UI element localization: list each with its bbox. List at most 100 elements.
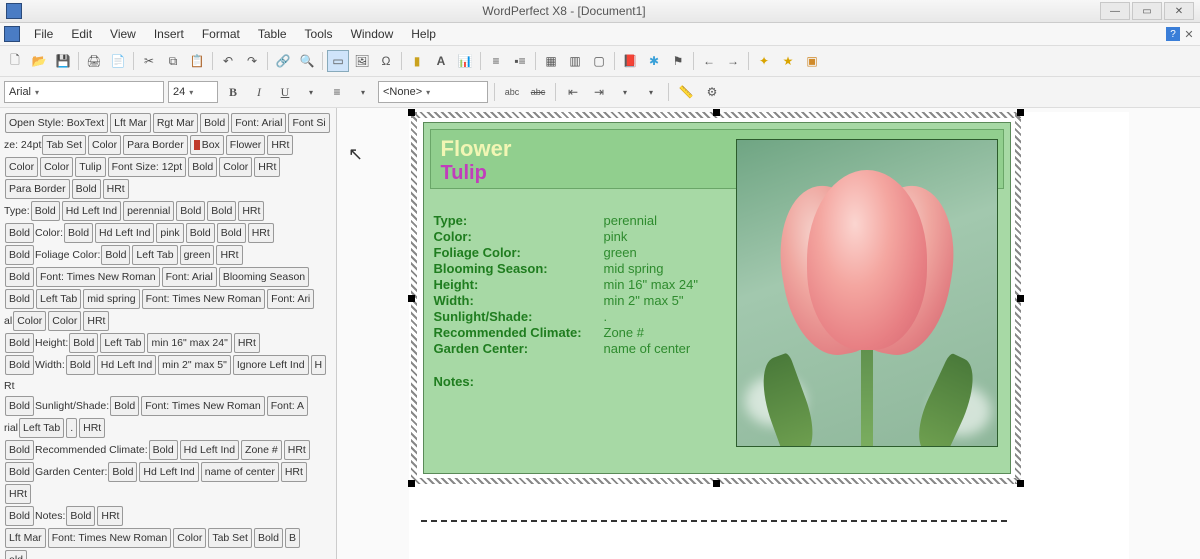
thesaurus-icon[interactable]: abc [527, 81, 549, 103]
code-token[interactable]: Left Tab [132, 245, 177, 265]
code-token[interactable]: Color [48, 311, 81, 331]
code-token[interactable]: Font: Ari [267, 289, 314, 309]
code-token[interactable]: Bold [188, 157, 217, 177]
code-token[interactable]: Lft Mar [5, 528, 46, 548]
cut-icon[interactable]: ✂ [138, 50, 160, 72]
spellcheck-icon[interactable]: abc [501, 81, 523, 103]
code-token[interactable]: Bold [64, 223, 93, 243]
print-icon[interactable]: 🖨 [83, 50, 105, 72]
code-token[interactable]: Color [13, 311, 46, 331]
award-icon[interactable]: ▣ [801, 50, 823, 72]
publish-icon[interactable]: 📄 [107, 50, 129, 72]
code-token[interactable]: Left Tab [100, 333, 145, 353]
star-icon[interactable]: ★ [777, 50, 799, 72]
code-token[interactable]: Left Tab [36, 289, 81, 309]
doc-close-icon[interactable]: ✕ [1182, 27, 1196, 41]
code-token[interactable]: Bold [217, 223, 246, 243]
code-token[interactable]: Color [173, 528, 206, 548]
code-token[interactable]: Ignore Left Ind [233, 355, 309, 375]
menu-insert[interactable]: Insert [146, 25, 192, 43]
symbol-icon[interactable]: Ω [375, 50, 397, 72]
reveal-codes-pane[interactable]: Open Style: BoxTextLft MarRgt MarBoldFon… [0, 108, 337, 559]
code-token[interactable]: Bold [149, 440, 178, 460]
border-icon[interactable]: ▢ [588, 50, 610, 72]
code-token[interactable]: Box [190, 135, 224, 155]
code-token[interactable]: min 16" max 24" [147, 333, 231, 353]
save-icon[interactable]: 💾 [52, 50, 74, 72]
code-token[interactable]: Bold [108, 462, 137, 482]
code-token[interactable]: Para Border [123, 135, 188, 155]
menu-format[interactable]: Format [194, 25, 248, 43]
columns-icon[interactable]: ▥ [564, 50, 586, 72]
chart-icon[interactable]: 📊 [454, 50, 476, 72]
code-token[interactable]: B [285, 528, 300, 548]
code-token[interactable]: Font: Times New Roman [141, 396, 265, 416]
document-canvas[interactable]: Flower Tulip Type:perennialColor:pinkFol… [337, 108, 1200, 559]
code-token[interactable]: Bold [186, 223, 215, 243]
code-token[interactable]: Tab Set [42, 135, 86, 155]
code-token[interactable]: Bold [5, 440, 34, 460]
code-token[interactable]: HRt [97, 506, 123, 526]
code-token[interactable]: Bold [5, 355, 34, 375]
menu-edit[interactable]: Edit [63, 25, 100, 43]
code-token[interactable]: Font: A [267, 396, 308, 416]
code-token[interactable]: Bold [5, 245, 34, 265]
code-token[interactable]: Font: Times New Roman [48, 528, 172, 548]
ruler-icon[interactable]: 📏 [675, 81, 697, 103]
underline-dd-icon[interactable]: ▾ [300, 81, 322, 103]
underline-button[interactable]: U [274, 81, 296, 103]
resize-handle[interactable] [1017, 480, 1024, 487]
flag-icon[interactable]: ⚑ [667, 50, 689, 72]
open-icon[interactable]: 📂 [28, 50, 50, 72]
textbox-icon[interactable]: ▭ [327, 50, 349, 72]
tools-dd-icon[interactable]: ▾ [640, 81, 662, 103]
bold-button[interactable]: B [222, 81, 244, 103]
copy-icon[interactable]: ⧉ [162, 50, 184, 72]
code-token[interactable]: Hd Left Ind [180, 440, 239, 460]
code-token[interactable]: Color [88, 135, 121, 155]
resize-handle[interactable] [408, 109, 415, 116]
table-icon[interactable]: ▦ [540, 50, 562, 72]
highlight-icon[interactable]: ▮ [406, 50, 428, 72]
minimize-button[interactable]: — [1100, 2, 1130, 20]
back-icon[interactable]: ← [698, 50, 720, 72]
resize-handle[interactable] [408, 295, 415, 302]
code-token[interactable]: Tab Set [208, 528, 252, 548]
code-token[interactable]: HRt [248, 223, 274, 243]
code-token[interactable]: Bold [5, 267, 34, 287]
align-left-icon[interactable]: ≡ [326, 81, 348, 103]
code-token[interactable]: H [311, 355, 327, 375]
code-token[interactable]: Bold [5, 223, 34, 243]
book-icon[interactable]: 📕 [619, 50, 641, 72]
code-token[interactable]: name of center [201, 462, 279, 482]
redo-icon[interactable]: ↷ [241, 50, 263, 72]
code-token[interactable]: Font: Times New Roman [36, 267, 160, 287]
paste-icon[interactable]: 📋 [186, 50, 208, 72]
link-icon[interactable]: 🔗 [272, 50, 294, 72]
code-token[interactable]: Bold [5, 506, 34, 526]
code-token[interactable]: HRt [5, 484, 31, 504]
code-token[interactable]: Bold [200, 113, 229, 133]
indent-inc-icon[interactable]: ⇥ [588, 81, 610, 103]
bullets-icon[interactable]: ▪≡ [509, 50, 531, 72]
code-token[interactable]: green [180, 245, 215, 265]
code-token[interactable]: Left Tab [19, 418, 64, 438]
code-token[interactable]: Color [219, 157, 252, 177]
undo-icon[interactable]: ↶ [217, 50, 239, 72]
code-token[interactable]: Para Border [5, 179, 70, 199]
code-token[interactable]: Color [5, 157, 38, 177]
code-token[interactable]: Bold [5, 289, 34, 309]
forward-icon[interactable]: → [722, 50, 744, 72]
code-token[interactable]: Font Size: 12pt [108, 157, 187, 177]
code-token[interactable]: Font: Arial [162, 267, 217, 287]
style-combo[interactable]: <None>▾ [378, 81, 488, 103]
menu-table[interactable]: Table [250, 25, 295, 43]
menu-tools[interactable]: Tools [297, 25, 341, 43]
code-token[interactable]: min 2" max 5" [158, 355, 231, 375]
code-token[interactable]: Bold [176, 201, 205, 221]
code-token[interactable]: old [5, 550, 27, 559]
code-token[interactable]: Flower [226, 135, 266, 155]
code-token[interactable]: Hd Left Ind [95, 223, 154, 243]
size-combo[interactable]: 24▾ [168, 81, 218, 103]
image-icon[interactable]: 🖼 [351, 50, 373, 72]
